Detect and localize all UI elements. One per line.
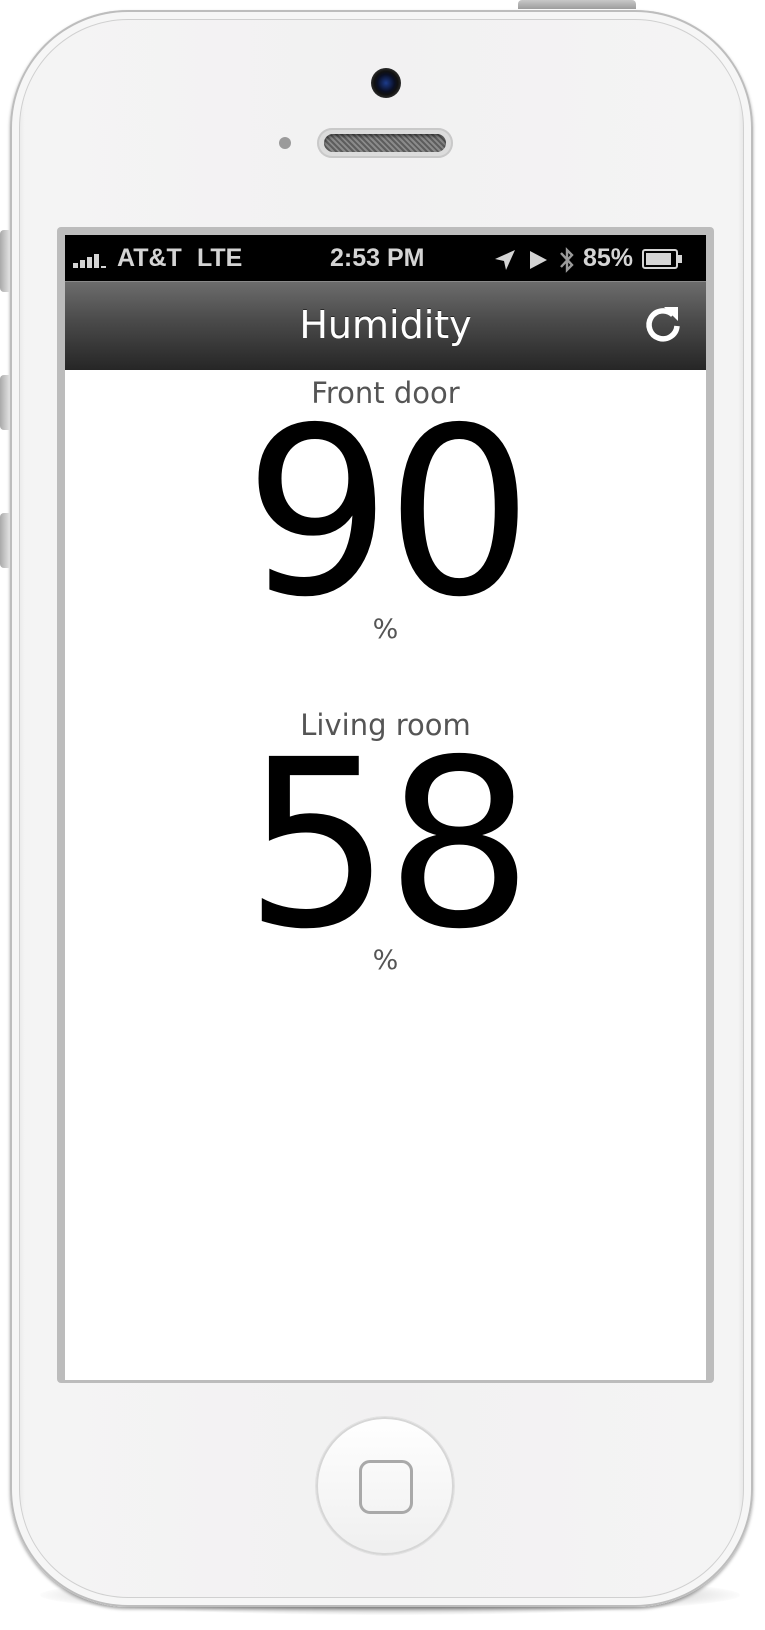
volume-down-button bbox=[0, 513, 9, 568]
carrier-label: AT&T bbox=[117, 244, 182, 272]
humidity-value: 58 bbox=[243, 710, 533, 980]
app-screen: AT&T LTE 2:53 PM 85% Humidity Front door bbox=[65, 235, 706, 1380]
battery-percent: 85% bbox=[583, 244, 634, 272]
humidity-value: 90 bbox=[243, 378, 533, 648]
clock: 2:53 PM bbox=[330, 244, 425, 272]
page-title: Humidity bbox=[299, 303, 472, 347]
home-button[interactable] bbox=[316, 1417, 454, 1555]
network-label: LTE bbox=[197, 244, 243, 272]
proximity-sensor bbox=[279, 137, 291, 149]
mute-switch bbox=[0, 230, 9, 292]
play-icon bbox=[530, 251, 547, 269]
signal-strength-icon bbox=[73, 252, 111, 268]
refresh-icon bbox=[646, 307, 680, 342]
earpiece-speaker bbox=[317, 128, 453, 158]
power-button bbox=[518, 0, 636, 9]
humidity-unit: % bbox=[372, 614, 399, 645]
volume-up-button bbox=[0, 375, 9, 430]
navigation-bar: Humidity bbox=[65, 281, 706, 370]
bluetooth-icon bbox=[560, 247, 574, 273]
humidity-unit: % bbox=[372, 945, 399, 976]
battery-icon bbox=[642, 249, 682, 269]
status-bar: AT&T LTE 2:53 PM 85% bbox=[65, 235, 706, 281]
front-camera bbox=[371, 68, 401, 98]
location-icon bbox=[495, 250, 515, 270]
home-square-icon bbox=[359, 1460, 413, 1514]
refresh-button[interactable] bbox=[640, 302, 686, 348]
